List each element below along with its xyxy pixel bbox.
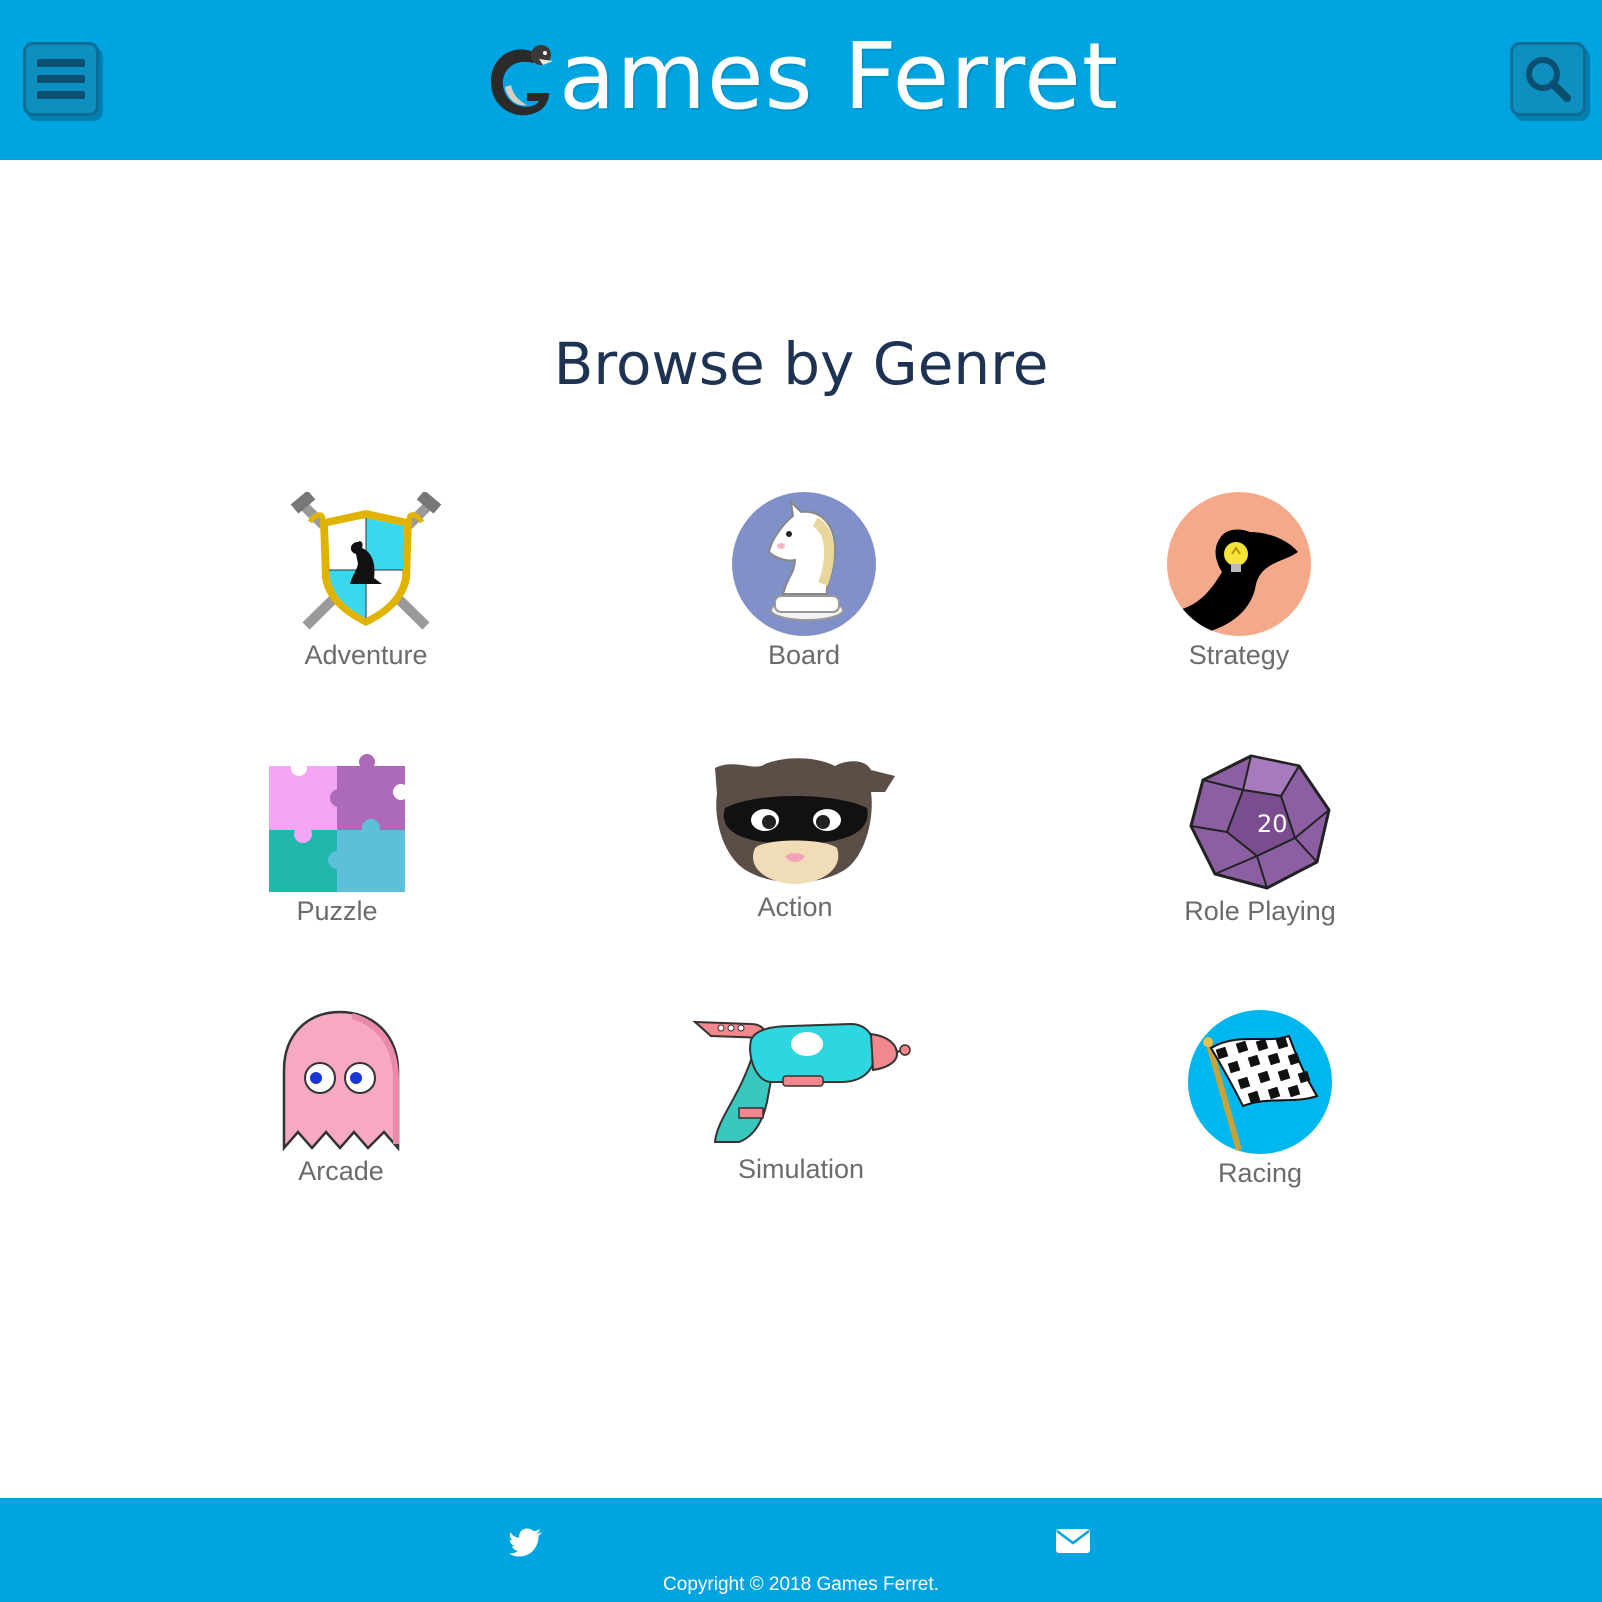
site-logo[interactable]: G ames Ferret (0, 0, 1602, 160)
genre-strategy[interactable]: Strategy (1089, 492, 1389, 671)
genre-label: Arcade (298, 1156, 384, 1186)
genre-racing[interactable]: Racing (1110, 1010, 1410, 1189)
genre-board[interactable]: Board (654, 492, 954, 671)
genre-adventure[interactable]: Adventure (216, 492, 516, 671)
genre-label: Action (757, 892, 833, 922)
genre-label: Adventure (304, 640, 428, 670)
ferret-logo-icon (490, 45, 554, 116)
genre-arcade[interactable]: Arcade (191, 1010, 491, 1187)
twitter-icon (509, 1528, 542, 1557)
ray-gun-icon (692, 1020, 911, 1143)
puzzle-pieces-icon (269, 754, 407, 892)
masked-ferret-icon (715, 758, 895, 884)
genre-label: Strategy (1188, 640, 1290, 670)
twitter-link[interactable] (509, 1528, 543, 1563)
checkered-flag-icon (1188, 1010, 1332, 1154)
d20-dice-icon: 20 (1189, 754, 1331, 890)
email-link[interactable] (1055, 1528, 1091, 1559)
genre-label: Board (767, 640, 841, 670)
genre-role-playing[interactable]: 20 Role Playing (1110, 752, 1410, 927)
logo-text: ames Ferret (559, 23, 1119, 130)
shield-swords-icon (290, 492, 442, 630)
svg-text:20: 20 (1257, 810, 1288, 838)
header: G ames Ferret (0, 0, 1602, 160)
chess-knight-icon (732, 492, 876, 636)
footer: Copyright © 2018 Games Ferret. (0, 1498, 1602, 1602)
search-icon (1526, 57, 1571, 102)
genre-label: Puzzle (296, 896, 378, 926)
page-title: Browse by Genre (553, 330, 1049, 398)
ghost-icon (282, 1010, 400, 1152)
genre-action[interactable]: Action (645, 752, 945, 923)
ferret-lightbulb-icon (1167, 492, 1311, 636)
genre-label: Simulation (737, 1154, 865, 1184)
copyright-text: Copyright © 2018 Games Ferret. (663, 1574, 939, 1595)
mail-icon (1056, 1529, 1090, 1553)
genre-label: Racing (1217, 1158, 1303, 1188)
search-button[interactable] (1510, 42, 1586, 116)
genre-puzzle[interactable]: Puzzle (187, 752, 487, 927)
genre-simulation[interactable]: Simulation (651, 1010, 951, 1185)
genre-label: Role Playing (1184, 896, 1336, 926)
